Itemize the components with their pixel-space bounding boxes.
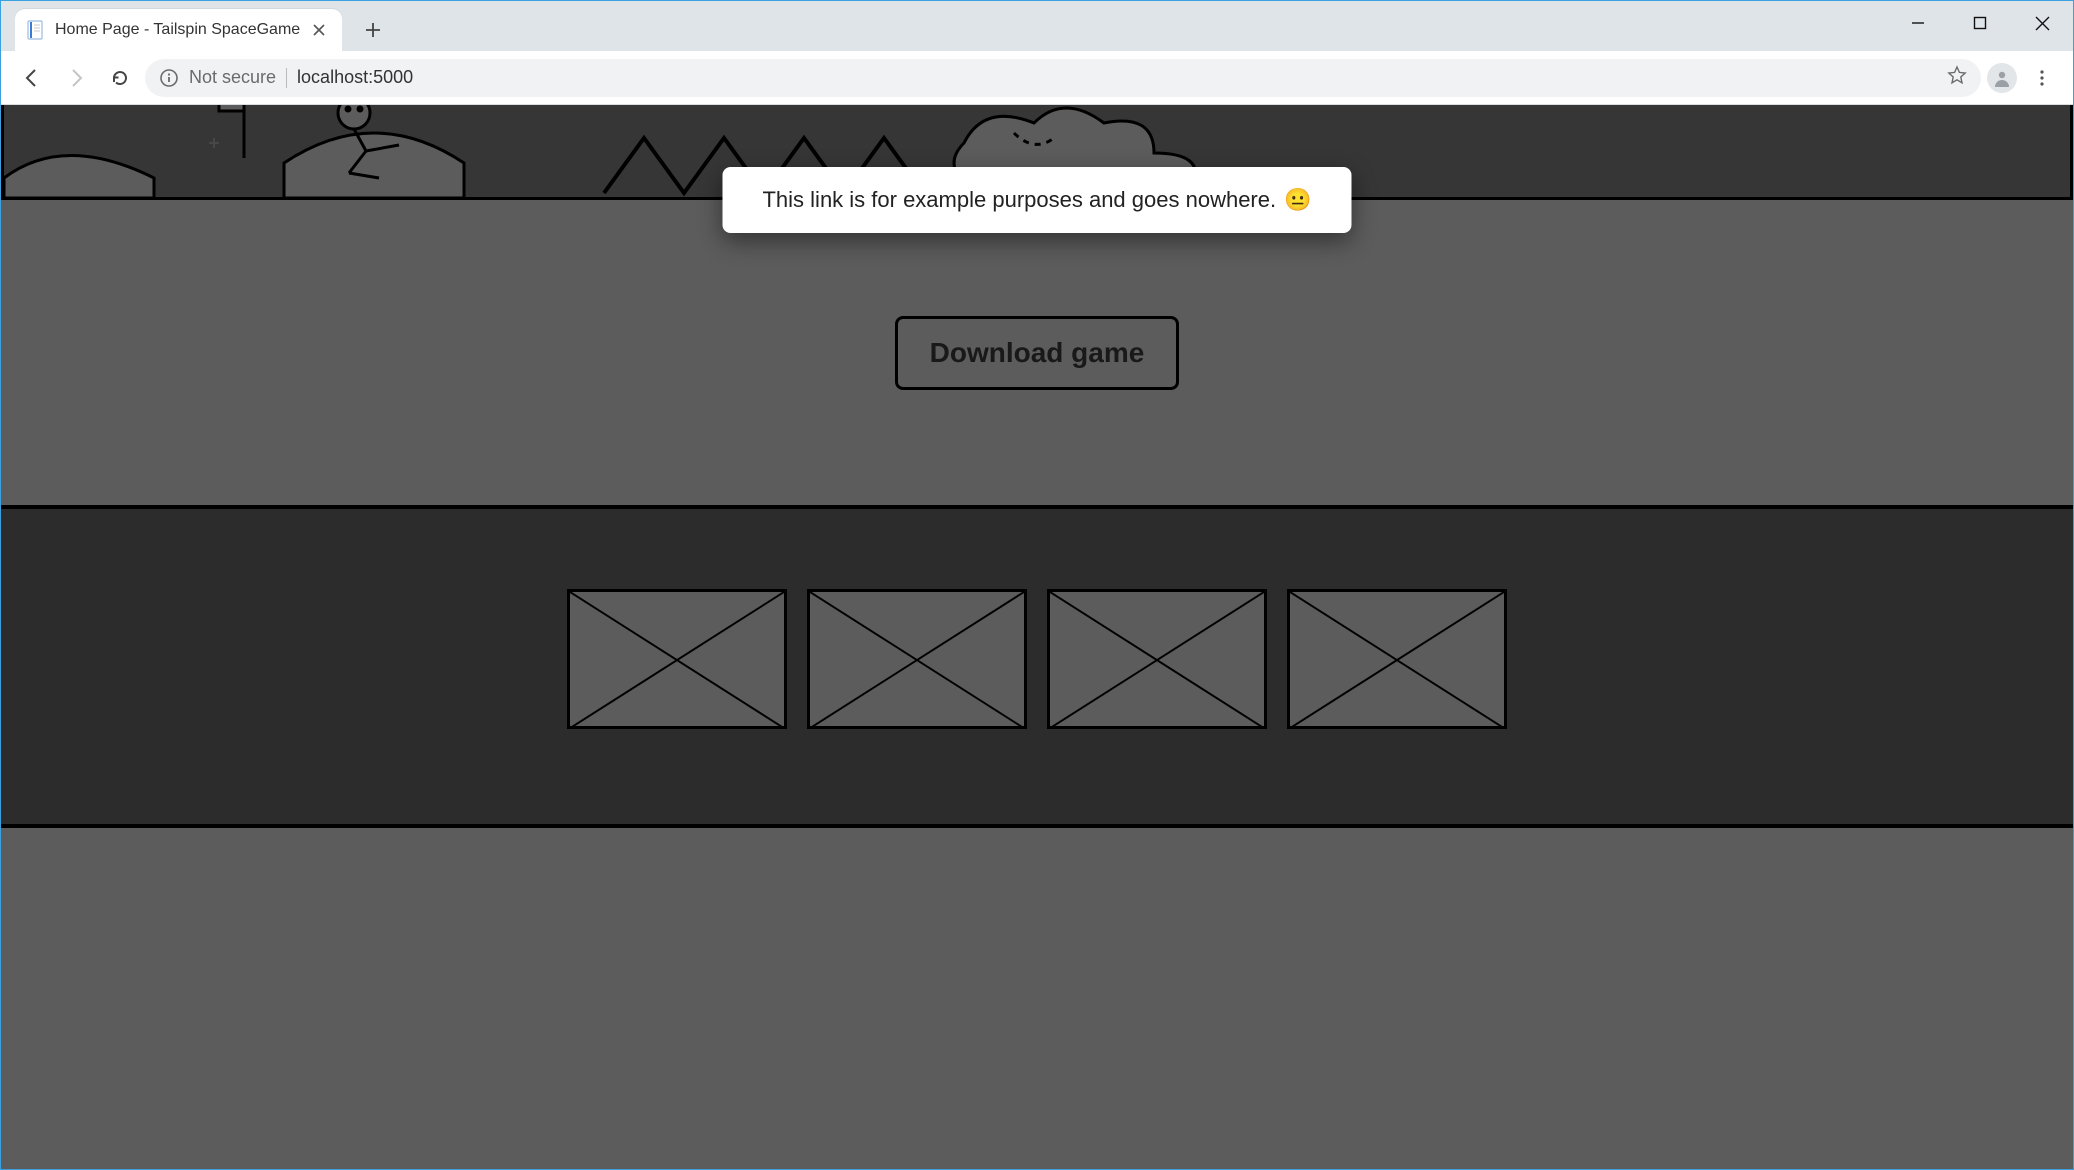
neutral-face-icon: 😐	[1284, 187, 1311, 213]
reload-button[interactable]	[101, 59, 139, 97]
cta-section: Download game	[1, 200, 2073, 505]
gallery-thumb[interactable]	[567, 589, 787, 729]
close-window-button[interactable]	[2011, 1, 2073, 45]
close-tab-icon[interactable]	[310, 21, 328, 39]
tooltip-text: This link is for example purposes and go…	[762, 187, 1276, 213]
window-controls	[1887, 1, 2073, 45]
gallery-thumb[interactable]	[807, 589, 1027, 729]
below-section	[1, 828, 2073, 1169]
browser-window: Home Page - Tailspin SpaceGame	[0, 0, 2074, 1170]
bookmark-icon[interactable]	[1947, 65, 1967, 90]
forward-button[interactable]	[57, 59, 95, 97]
menu-button[interactable]	[2023, 59, 2061, 97]
back-button[interactable]	[13, 59, 51, 97]
titlebar: Home Page - Tailspin SpaceGame	[1, 1, 2073, 51]
url-text: localhost:5000	[297, 67, 413, 88]
tab-title: Home Page - Tailspin SpaceGame	[55, 21, 300, 39]
download-game-button[interactable]: Download game	[895, 316, 1180, 390]
address-separator	[286, 68, 287, 88]
page-content: Download game	[1, 105, 2073, 1169]
site-info-icon[interactable]	[159, 68, 179, 88]
gallery-thumb[interactable]	[1047, 589, 1267, 729]
profile-button[interactable]	[1987, 63, 2017, 93]
address-bar[interactable]: Not secure localhost:5000	[145, 59, 1981, 97]
maximize-button[interactable]	[1949, 1, 2011, 45]
viewport: Download game This link is for	[1, 105, 2073, 1169]
gallery-thumb[interactable]	[1287, 589, 1507, 729]
tooltip: This link is for example purposes and go…	[722, 167, 1351, 233]
gallery-section	[1, 505, 2073, 828]
favicon-icon	[27, 20, 45, 40]
browser-toolbar: Not secure localhost:5000	[1, 51, 2073, 105]
minimize-button[interactable]	[1887, 1, 1949, 45]
new-tab-button[interactable]	[356, 13, 390, 47]
security-label: Not secure	[189, 67, 276, 88]
browser-tab[interactable]: Home Page - Tailspin SpaceGame	[15, 9, 342, 51]
